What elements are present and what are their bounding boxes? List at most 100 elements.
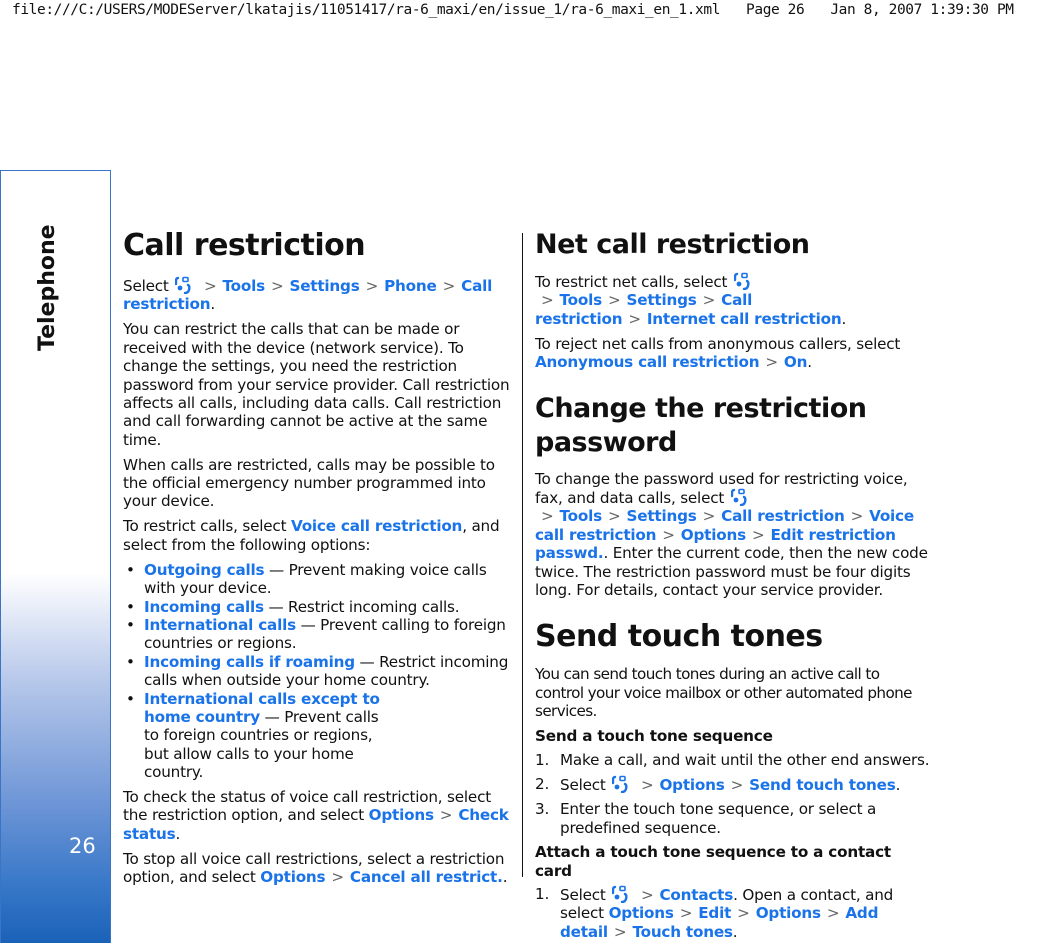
step-text: Select [560,775,606,794]
menu-key-icon [733,272,750,291]
path-intro: Select [123,277,169,295]
step-item: 1. Select > Contacts. Open a contact, and … [535,884,894,941]
check-text: To check the status of voice call restri… [123,788,491,825]
touch-intro-paragraph: You can send touch tones during an activ… [535,665,913,721]
link-options[interactable]: Options [369,806,434,824]
path-separator: > [331,868,344,887]
heading-change-password: Change the restriction password [535,392,867,458]
option-incoming-if-roaming[interactable]: Incoming calls if roaming [144,653,355,671]
link-settings[interactable]: Settings [289,277,359,295]
list-item: Outgoing calls — Prevent making voice ca… [123,561,515,598]
step-number: 1. [535,884,550,903]
list-item: Incoming calls — Restrict incoming calls… [123,597,515,617]
option-incoming-calls[interactable]: Incoming calls [144,598,264,616]
path-separator: > [628,309,641,328]
emergency-paragraph: When calls are restricted, calls may be … [123,455,495,511]
path-separator: > [541,291,554,310]
option-outgoing-calls[interactable]: Outgoing calls [144,561,265,579]
link-contacts[interactable]: Contacts [659,886,733,904]
attach-steps-list: 1. Select > Contacts. Open a contact, and … [535,885,930,941]
restrict-text: To restrict calls, select [123,517,287,536]
path-separator: > [702,291,716,310]
link-options[interactable]: Options [756,904,821,922]
net-text: To restrict net calls, select [535,273,728,291]
path-separator: > [442,277,456,295]
step-text: Enter the touch tone sequence, or select… [560,800,877,837]
option-international-calls[interactable]: International calls [144,616,296,634]
link-settings[interactable]: Settings [627,507,697,525]
path-separator: > [439,806,453,825]
stop-restrictions-paragraph: To stop all voice call restrictions, sel… [123,849,508,887]
path-separator: > [203,277,217,295]
restrict-paragraph: To restrict calls, select Voice call res… [123,517,515,554]
timestamp: Jan 8, 2007 1:39:30 PM [830,2,1014,18]
subheading-attach-sequence: Attach a touch tone sequence to a contac… [535,843,891,880]
menu-key-icon [175,276,191,295]
path-separator: > [270,277,284,295]
list-item: International calls — Prevent calling to… [123,616,515,653]
print-header: file:///C:/USERS/MODEServer/lkatajis/110… [12,2,1042,22]
column-divider [522,233,523,877]
link-call-restriction[interactable]: Call restriction [721,507,845,525]
link-options[interactable]: Options [681,526,746,544]
restriction-options-list: Outgoing calls — Prevent making voice ca… [123,561,515,782]
step-number: 1. [535,750,550,769]
link-options[interactable]: Options [260,868,325,886]
link-tools[interactable]: Tools [222,277,265,295]
path-separator: > [826,904,840,923]
path-separator: > [662,525,675,544]
password-paragraph: To change the password used for restrict… [535,470,930,600]
link-cancel-all-restrict[interactable]: Cancel all restrict. [350,868,503,886]
link-tools[interactable]: Tools [560,507,603,525]
link-send-touch-tones[interactable]: Send touch tones [749,776,896,794]
list-item: Incoming calls if roaming — Restrict inc… [123,653,515,690]
link-internet-call-restriction[interactable]: Internet call restriction [647,310,842,328]
page-number: 26 [69,834,96,858]
link-phone[interactable]: Phone [384,277,437,295]
step-number: 2. [535,774,550,793]
link-options[interactable]: Options [609,904,674,922]
net-restrict-paragraph: To restrict net calls, select > Tools > Set… [535,272,847,328]
section-title: Telephone [35,224,60,351]
path-separator: > [608,291,621,310]
list-item: International calls except to home count… [123,690,515,782]
subheading-send-sequence: Send a touch tone sequence [535,727,773,746]
chapter-sidebar: Telephone 26 [0,170,111,943]
anonymous-paragraph: To reject net calls from anonymous calle… [535,334,901,372]
path-separator: > [737,904,750,923]
path-separator: > [730,775,744,794]
menu-key-icon [730,488,747,507]
path-separator: > [850,507,864,526]
link-tools[interactable]: Tools [560,291,603,309]
link-settings[interactable]: Settings [627,291,697,309]
step-number: 3. [535,800,550,819]
link-touch-tones[interactable]: Touch tones [632,923,733,941]
path-separator: > [608,507,621,526]
option-desc: — Restrict incoming calls. [263,597,460,616]
link-on[interactable]: On [784,353,808,371]
path-separator: > [640,775,654,794]
link-anonymous-call-restriction[interactable]: Anonymous call restriction [535,353,760,371]
path-separator: > [613,922,627,941]
file-path: file:///C:/USERS/MODEServer/lkatajis/110… [12,2,721,18]
call-restriction-path: Select > Tools > Settings > Phone > Call restri… [123,276,493,314]
left-column: Call restriction Select > Tools > Settings >… [123,228,515,893]
link-edit[interactable]: Edit [698,904,731,922]
check-status-paragraph: To check the status of voice call restri… [123,788,509,843]
link-voice-call-restriction[interactable]: Voice call restriction [291,517,462,535]
step-text: Make a call, and wait until the other en… [560,750,930,769]
heading-call-restriction: Call restriction [123,228,366,263]
path-separator: > [702,507,716,526]
path-separator: > [765,353,778,372]
path-separator: > [365,277,379,295]
step-text: Select [560,885,606,904]
page-label: Page 26 [746,2,805,18]
path-separator: > [679,904,693,923]
anon-text: To reject net calls from anonymous calle… [535,334,901,353]
path-separator: > [751,525,765,544]
send-steps-list: 1. Make a call, and wait until the other … [535,751,930,838]
path-separator: > [640,885,654,904]
intro-paragraph: You can restrict the calls that can be m… [123,320,510,449]
link-options[interactable]: Options [659,776,724,794]
right-column: Net call restriction To restrict net cal… [535,228,930,947]
